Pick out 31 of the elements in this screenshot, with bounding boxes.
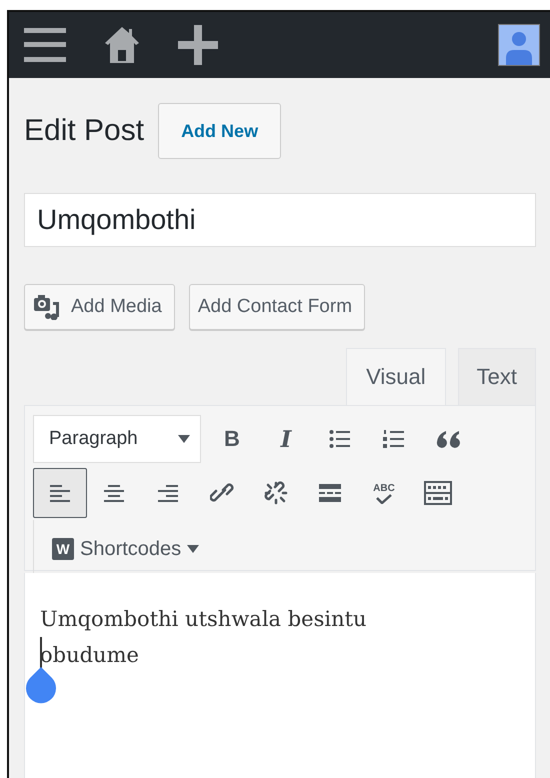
editor-tab[interactable]: Text [458,348,536,405]
italic-button[interactable]: I [259,414,313,464]
menu-icon[interactable] [24,26,66,64]
post-content: Umqombothi utshwala besintu obudume [40,606,368,669]
align-center-icon [103,483,125,503]
home-icon[interactable] [104,26,140,64]
editor-tab[interactable]: Visual [346,348,446,405]
align-right-icon [157,483,179,503]
caret-icon [178,435,190,443]
numbered-list-icon [383,429,405,449]
title-field[interactable]: Umqombothi [24,193,536,247]
add-new-button[interactable]: Add New [158,103,282,159]
bold-button[interactable]: B [205,414,259,464]
format-dropdown[interactable]: Paragraph [33,415,201,463]
read-more-icon [319,483,341,503]
quote-icon [436,430,460,448]
bullet-list-icon [329,429,351,449]
cursor-handle-icon[interactable] [25,666,57,704]
align-left-icon [49,483,71,503]
spellcheck-button[interactable]: ABC [357,468,411,518]
keyboard-icon [424,481,452,505]
shortcodes-dropdown[interactable]: W Shortcodes [34,538,200,560]
caret-icon [187,545,200,553]
add-media-button[interactable]: Add Media [24,284,175,330]
align-left-button[interactable] [33,468,87,518]
form-button[interactable]: Add Contact Form [188,284,366,330]
checkmark-icon [374,494,393,504]
add-icon[interactable] [178,25,218,65]
page-title: Edit Post [24,114,144,148]
editor-area[interactable]: Umqombothi utshwala besintu obudume [24,573,536,778]
broken-link-icon [264,481,288,505]
